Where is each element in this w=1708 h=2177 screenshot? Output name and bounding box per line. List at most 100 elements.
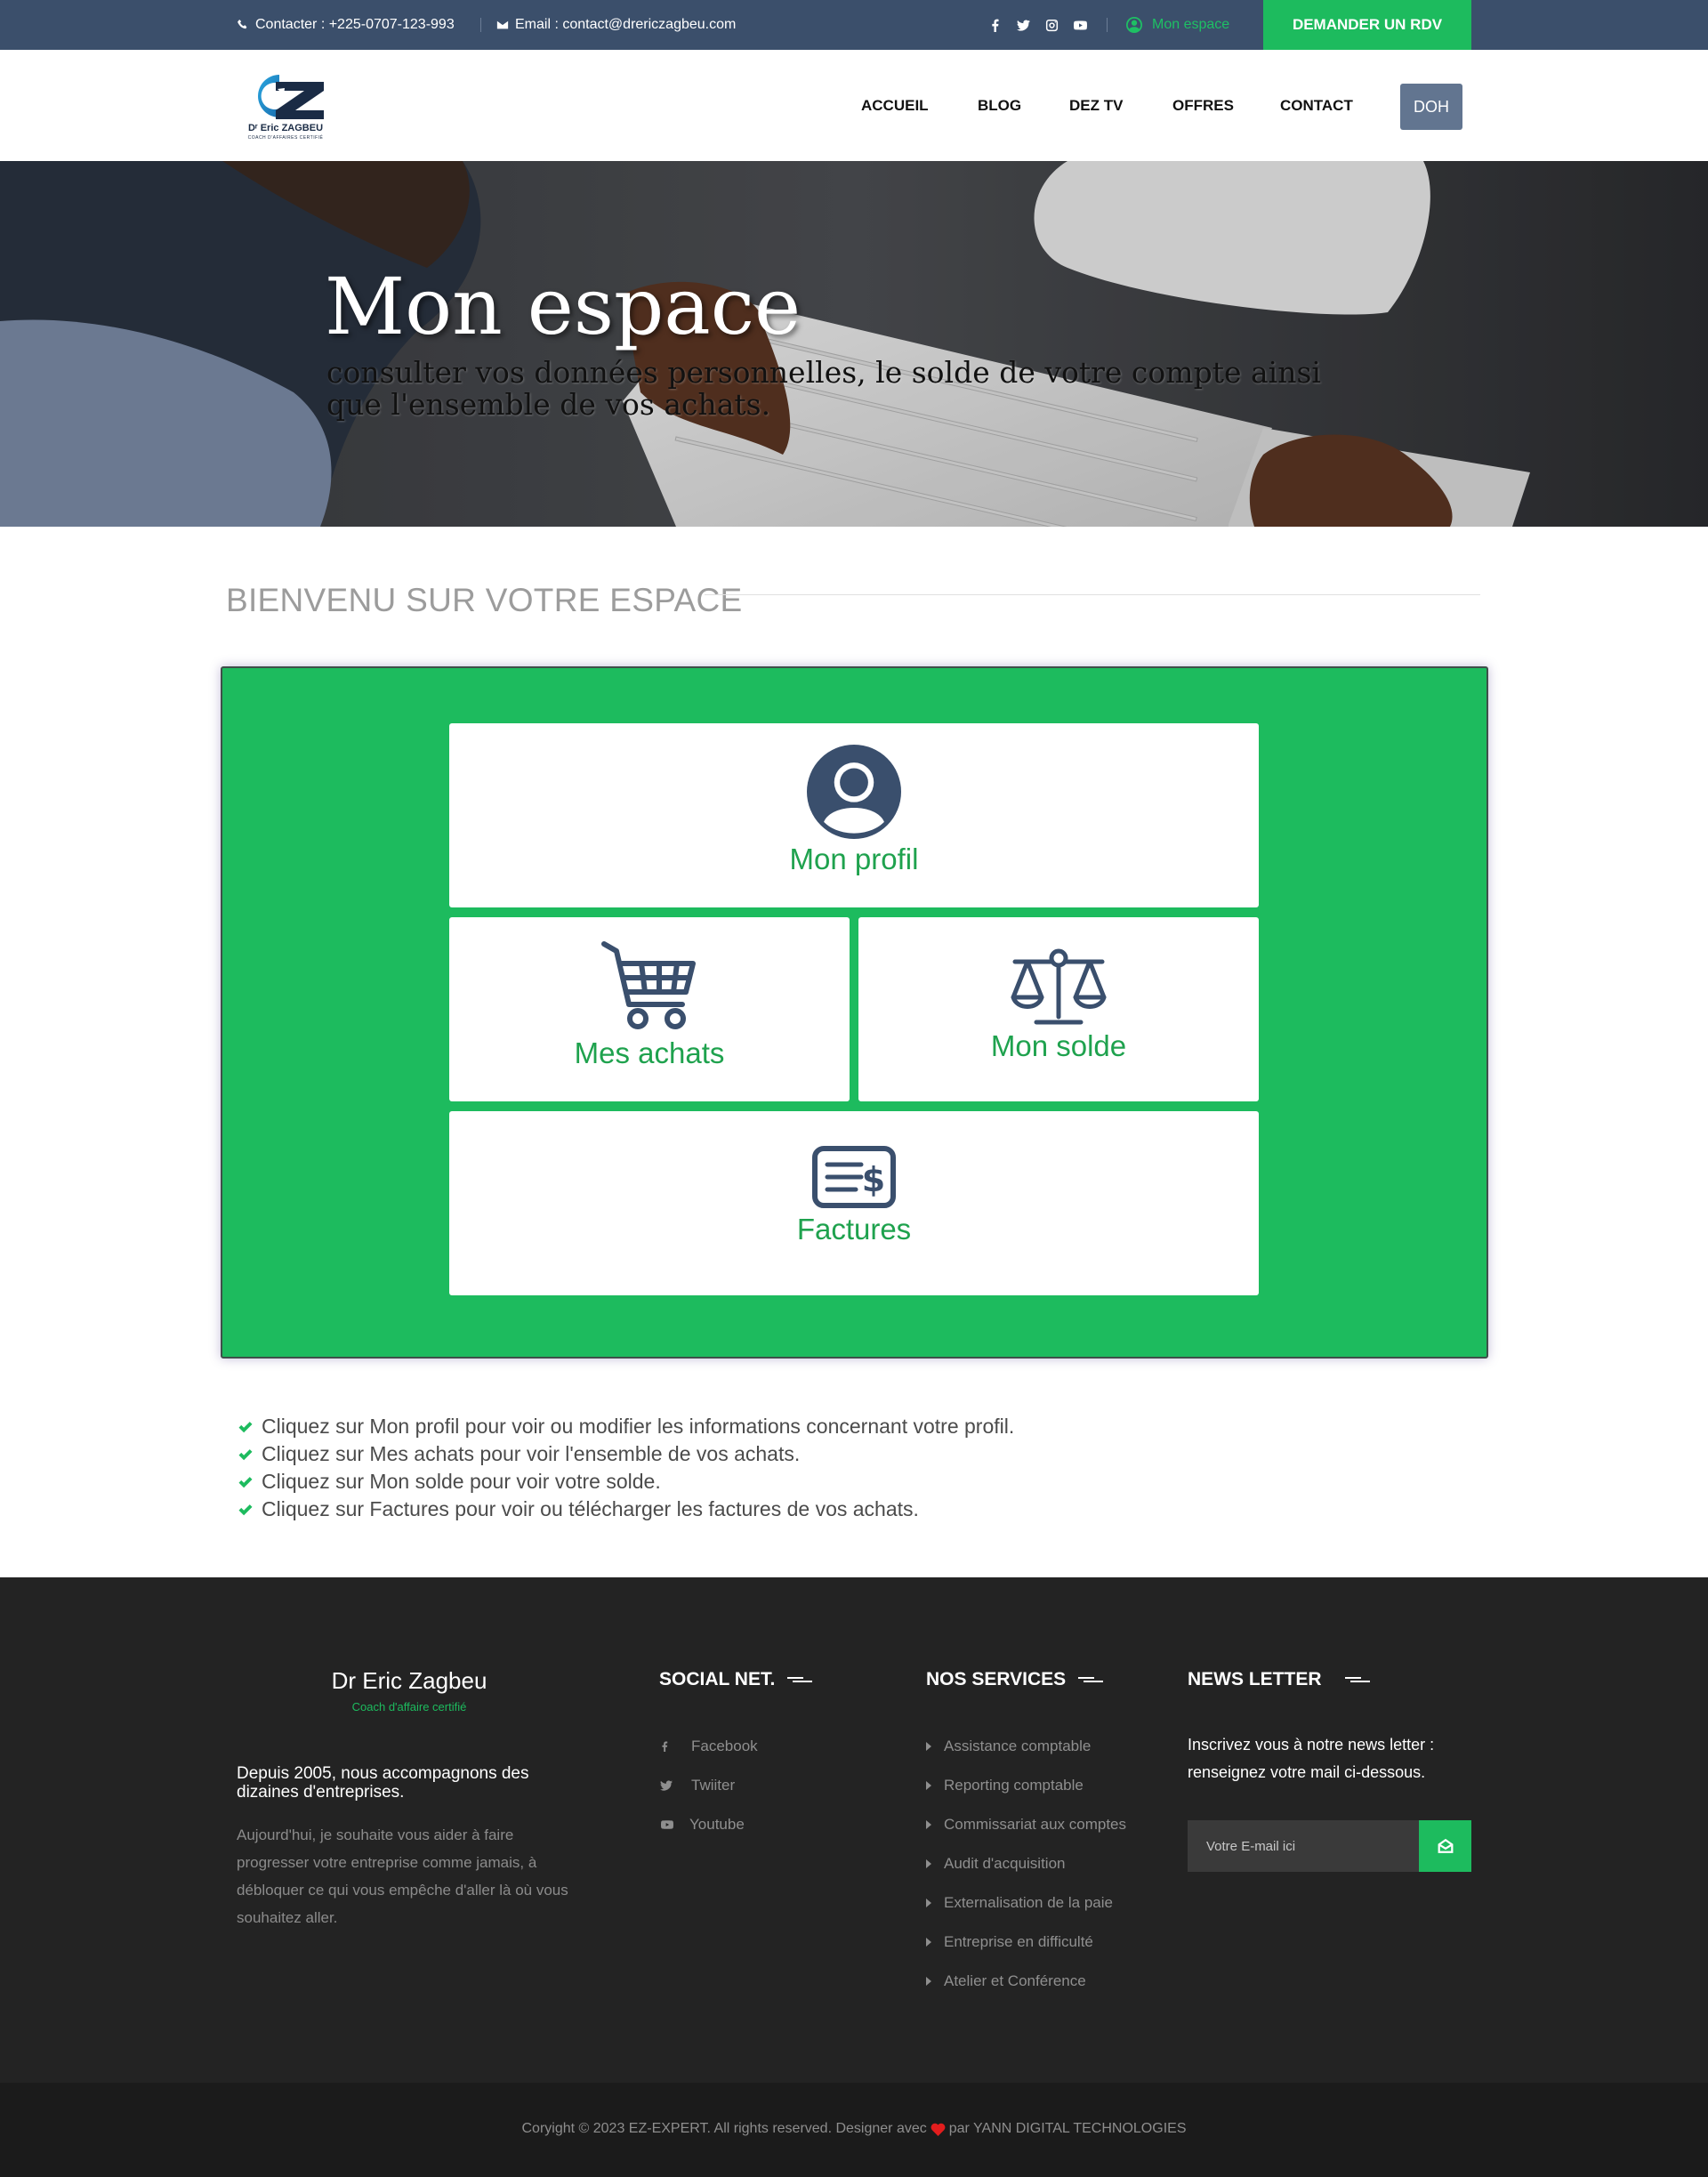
user-account-button[interactable]: DOH — [1400, 84, 1462, 130]
nav-accueil[interactable]: ACCUEIL — [861, 50, 929, 161]
caret-right-icon — [926, 1938, 931, 1947]
tile-label: Factures — [796, 1213, 912, 1246]
list-item: Cliquez sur Factures pour voir ou téléch… — [237, 1496, 1014, 1523]
tile-factures[interactable]: $ Factures — [449, 1111, 1259, 1295]
link-label: Reporting comptable — [944, 1777, 1084, 1794]
footer-social-heading: SOCIAL NET. — [659, 1669, 813, 1690]
dashboard-panel: Mon profil Mes achats Mon solde $ Factur… — [221, 666, 1488, 1359]
heading-text: SOCIAL NET. — [659, 1669, 776, 1689]
shopping-cart-icon — [601, 941, 696, 1029]
facebook-icon[interactable] — [987, 18, 1003, 33]
caret-right-icon — [926, 1781, 931, 1790]
caret-right-icon — [926, 1742, 931, 1751]
youtube-icon — [661, 1820, 673, 1829]
heading-decoration — [1344, 1676, 1370, 1683]
logo-mark — [258, 75, 324, 119]
tile-mon-profil[interactable]: Mon profil — [449, 723, 1259, 907]
logo-name: Dʳ Eric ZAGBEU — [247, 123, 324, 133]
nav-contact[interactable]: CONTACT — [1280, 50, 1353, 161]
balance-scale-icon — [1011, 948, 1107, 1025]
footer-service-link[interactable]: Audit d'acquisition — [926, 1853, 1066, 1875]
main-navbar: Dʳ Eric ZAGBEU COACH D'AFFAIRES CERTIFIÉ… — [0, 50, 1708, 161]
instruction-text: Cliquez sur Mon profil pour voir ou modi… — [262, 1415, 1015, 1438]
footer-facebook-link[interactable]: Facebook — [659, 1736, 758, 1757]
footer-services-heading: NOS SERVICES — [926, 1669, 1104, 1690]
email-text: Email : contact@drericzagbeu.com — [515, 17, 737, 32]
instruction-text: Cliquez sur Mes achats pour voir l'ensem… — [262, 1442, 801, 1465]
heading-text: NOS SERVICES — [926, 1669, 1067, 1689]
caret-right-icon — [926, 1859, 931, 1868]
logo-tagline: COACH D'AFFAIRES CERTIFIÉ — [247, 135, 324, 141]
instructions-list: Cliquez sur Mon profil pour voir ou modi… — [237, 1413, 1014, 1523]
tile-mes-achats[interactable]: Mes achats — [449, 917, 850, 1101]
envelope-open-icon — [1438, 1838, 1453, 1853]
mon-espace-link[interactable]: Mon espace — [1126, 0, 1229, 50]
nav-offres[interactable]: OFFRES — [1172, 50, 1234, 161]
link-label: Youtube — [689, 1816, 745, 1833]
footer-service-link[interactable]: Externalisation de la paie — [926, 1892, 1113, 1914]
footer-lead: Depuis 2005, nous accompagnons des dizai… — [237, 1764, 529, 1802]
tile-label: Mon solde — [990, 1029, 1127, 1062]
copyright-text: Coryight © 2023 EZ-EXPERT. All rights re… — [0, 2121, 1708, 2137]
divider — [480, 18, 481, 32]
tile-label: Mon profil — [789, 843, 919, 875]
mon-espace-label: Mon espace — [1152, 17, 1230, 32]
footer-service-link[interactable]: Assistance comptable — [926, 1736, 1091, 1757]
hero-title: Mon espace — [325, 261, 802, 352]
link-label: Entreprise en difficulté — [944, 1933, 1093, 1950]
footer-description: Aujourd'hui, je souhaite vous aider à fa… — [237, 1826, 568, 1926]
phone-contact[interactable]: Contacter : +225-0707-123-993 — [237, 0, 455, 50]
instruction-text: Cliquez sur Mon solde pour voir votre so… — [262, 1470, 661, 1493]
newsletter-submit-button[interactable] — [1419, 1820, 1471, 1872]
footer-service-link[interactable]: Entreprise en difficulté — [926, 1931, 1093, 1953]
footer-youtube-link[interactable]: Youtube — [659, 1814, 745, 1835]
footer-service-link[interactable]: Atelier et Conférence — [926, 1971, 1086, 1992]
hero-banner: Mon espace consulter vos données personn… — [0, 161, 1708, 527]
link-label: Facebook — [691, 1738, 758, 1754]
hero-subtitle: consulter vos données personnelles, le s… — [326, 355, 1321, 422]
caret-right-icon — [926, 1977, 931, 1986]
copyright-before: Coryight © 2023 EZ-EXPERT. All rights re… — [521, 2121, 927, 2136]
check-icon — [238, 1448, 253, 1460]
instagram-icon[interactable] — [1044, 18, 1059, 33]
twitter-icon — [660, 1780, 673, 1791]
check-icon — [238, 1476, 253, 1488]
footer-newsletter-heading: NEWS LETTER — [1188, 1669, 1370, 1690]
newsletter-description: Inscrivez vous à notre news letter : ren… — [1188, 1736, 1435, 1781]
caret-right-icon — [926, 1899, 931, 1907]
top-bar: Contacter : +225-0707-123-993 Email : co… — [0, 0, 1708, 50]
link-label: Atelier et Conférence — [944, 1972, 1086, 1989]
envelope-icon — [496, 20, 509, 29]
footer-service-link[interactable]: Reporting comptable — [926, 1775, 1084, 1796]
section-divider — [705, 594, 1480, 595]
demander-rdv-button[interactable]: DEMANDER UN RDV — [1263, 0, 1471, 50]
site-logo[interactable]: Dʳ Eric ZAGBEU COACH D'AFFAIRES CERTIFIÉ — [237, 71, 334, 142]
link-label: Audit d'acquisition — [944, 1855, 1066, 1872]
footer-twitter-link[interactable]: Twiiter — [659, 1775, 735, 1796]
copyright-after: par YANN DIGITAL TECHNOLOGIES — [948, 2121, 1187, 2136]
instruction-text: Cliquez sur Factures pour voir ou téléch… — [262, 1497, 919, 1520]
tile-mon-solde[interactable]: Mon solde — [858, 917, 1259, 1101]
heart-icon — [931, 2123, 946, 2136]
user-circle-icon — [1126, 17, 1142, 33]
email-contact[interactable]: Email : contact@drericzagbeu.com — [496, 0, 736, 50]
divider — [1107, 18, 1108, 32]
heading-decoration — [1078, 1676, 1104, 1683]
nav-blog[interactable]: BLOG — [978, 50, 1021, 161]
check-icon — [238, 1504, 253, 1515]
check-icon — [238, 1421, 253, 1432]
phone-text: Contacter : +225-0707-123-993 — [255, 17, 455, 32]
list-item: Cliquez sur Mes achats pour voir l'ensem… — [237, 1440, 1014, 1468]
newsletter-email-input[interactable] — [1188, 1820, 1419, 1872]
youtube-icon[interactable] — [1073, 18, 1088, 33]
twitter-icon[interactable] — [1016, 18, 1031, 33]
heading-text: NEWS LETTER — [1188, 1669, 1322, 1689]
nav-dez-tv[interactable]: DEZ TV — [1069, 50, 1123, 161]
footer-brand: Dr Eric Zagbeu — [331, 1667, 487, 1694]
footer-brand-tagline: Coach d'affaire certifié — [351, 1700, 467, 1713]
tile-label: Mes achats — [574, 1036, 725, 1069]
footer-service-link[interactable]: Commissariat aux comptes — [926, 1814, 1126, 1835]
link-label: Externalisation de la paie — [944, 1894, 1113, 1911]
caret-right-icon — [926, 1820, 931, 1829]
phone-icon — [238, 20, 247, 29]
